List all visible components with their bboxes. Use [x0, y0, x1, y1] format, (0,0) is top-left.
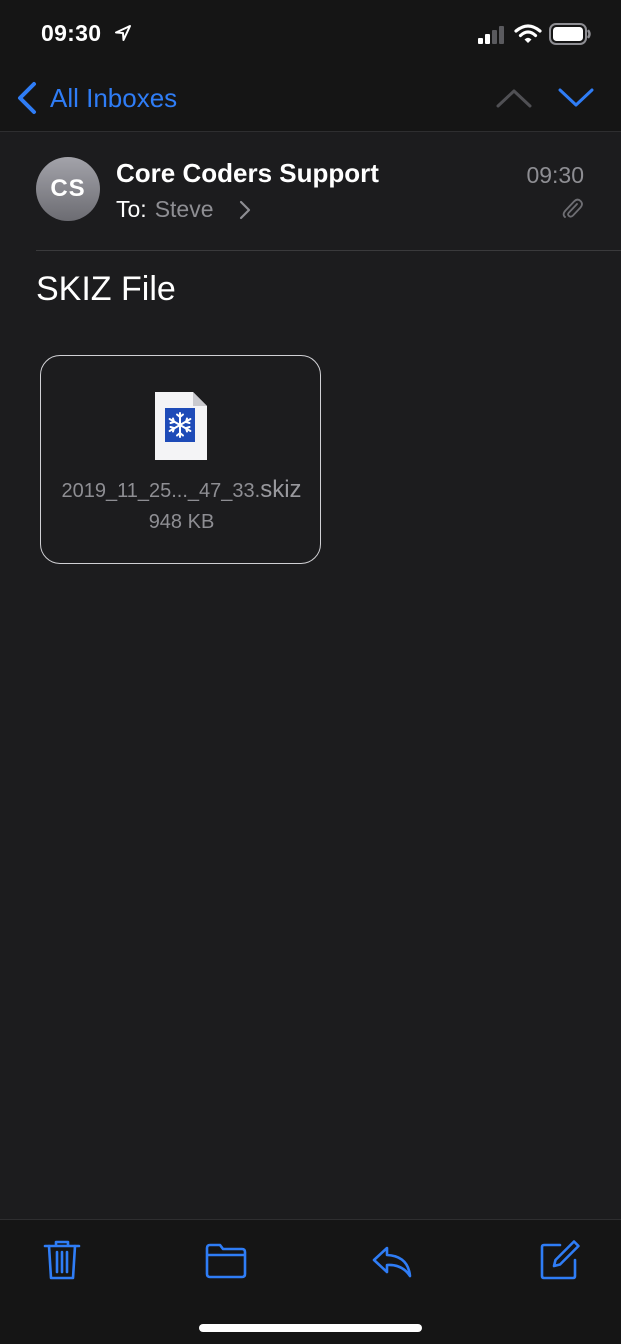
- status-time: 09:30: [41, 20, 102, 46]
- back-button[interactable]: All Inboxes: [16, 80, 177, 116]
- skiz-file-icon: [155, 392, 207, 460]
- chevron-up-icon[interactable]: [496, 86, 532, 110]
- recipients-row[interactable]: To: Steve: [116, 196, 252, 223]
- wifi-icon: [514, 24, 542, 43]
- folder-icon[interactable]: [204, 1238, 248, 1282]
- cellular-signal-icon: [478, 26, 504, 44]
- attachment-card[interactable]: 2019_11_25..._47_33.skiz 948 KB: [40, 355, 321, 564]
- paperclip-icon: [562, 198, 583, 218]
- battery-icon: [549, 23, 591, 45]
- to-label: To:: [116, 196, 147, 222]
- message-time: 09:30: [526, 162, 584, 188]
- location-arrow-icon: [115, 25, 131, 41]
- sender-name[interactable]: Core Coders Support: [116, 158, 379, 189]
- compose-icon[interactable]: [538, 1238, 582, 1282]
- top-bar-area: 09:30 All Inboxes: [0, 0, 621, 132]
- message-subject: SKIZ File: [36, 270, 176, 308]
- reply-icon[interactable]: [370, 1238, 414, 1282]
- attachment-file-size: 948 KB: [148, 511, 215, 533]
- trash-icon[interactable]: [40, 1238, 84, 1282]
- home-indicator: [199, 1324, 422, 1332]
- attachment-file-name: 2019_11_25..._47_33.skiz: [41, 476, 322, 504]
- chevron-right-icon: [239, 200, 250, 219]
- avatar[interactable]: CS: [36, 157, 100, 221]
- attachment-extension: skiz: [260, 476, 302, 503]
- recipient-name: Steve: [154, 196, 214, 222]
- status-bar: 09:30: [0, 0, 621, 66]
- back-label: All Inboxes: [50, 83, 178, 113]
- chevron-down-icon[interactable]: [558, 86, 594, 110]
- header-divider: [36, 250, 621, 251]
- navigation-bar: All Inboxes: [0, 66, 621, 132]
- message-header: CS Core Coders Support To: Steve 09:30: [0, 132, 621, 251]
- attachment-name-prefix: 2019_11_25..._47_33.: [61, 480, 261, 502]
- chevron-left-icon: [18, 82, 36, 114]
